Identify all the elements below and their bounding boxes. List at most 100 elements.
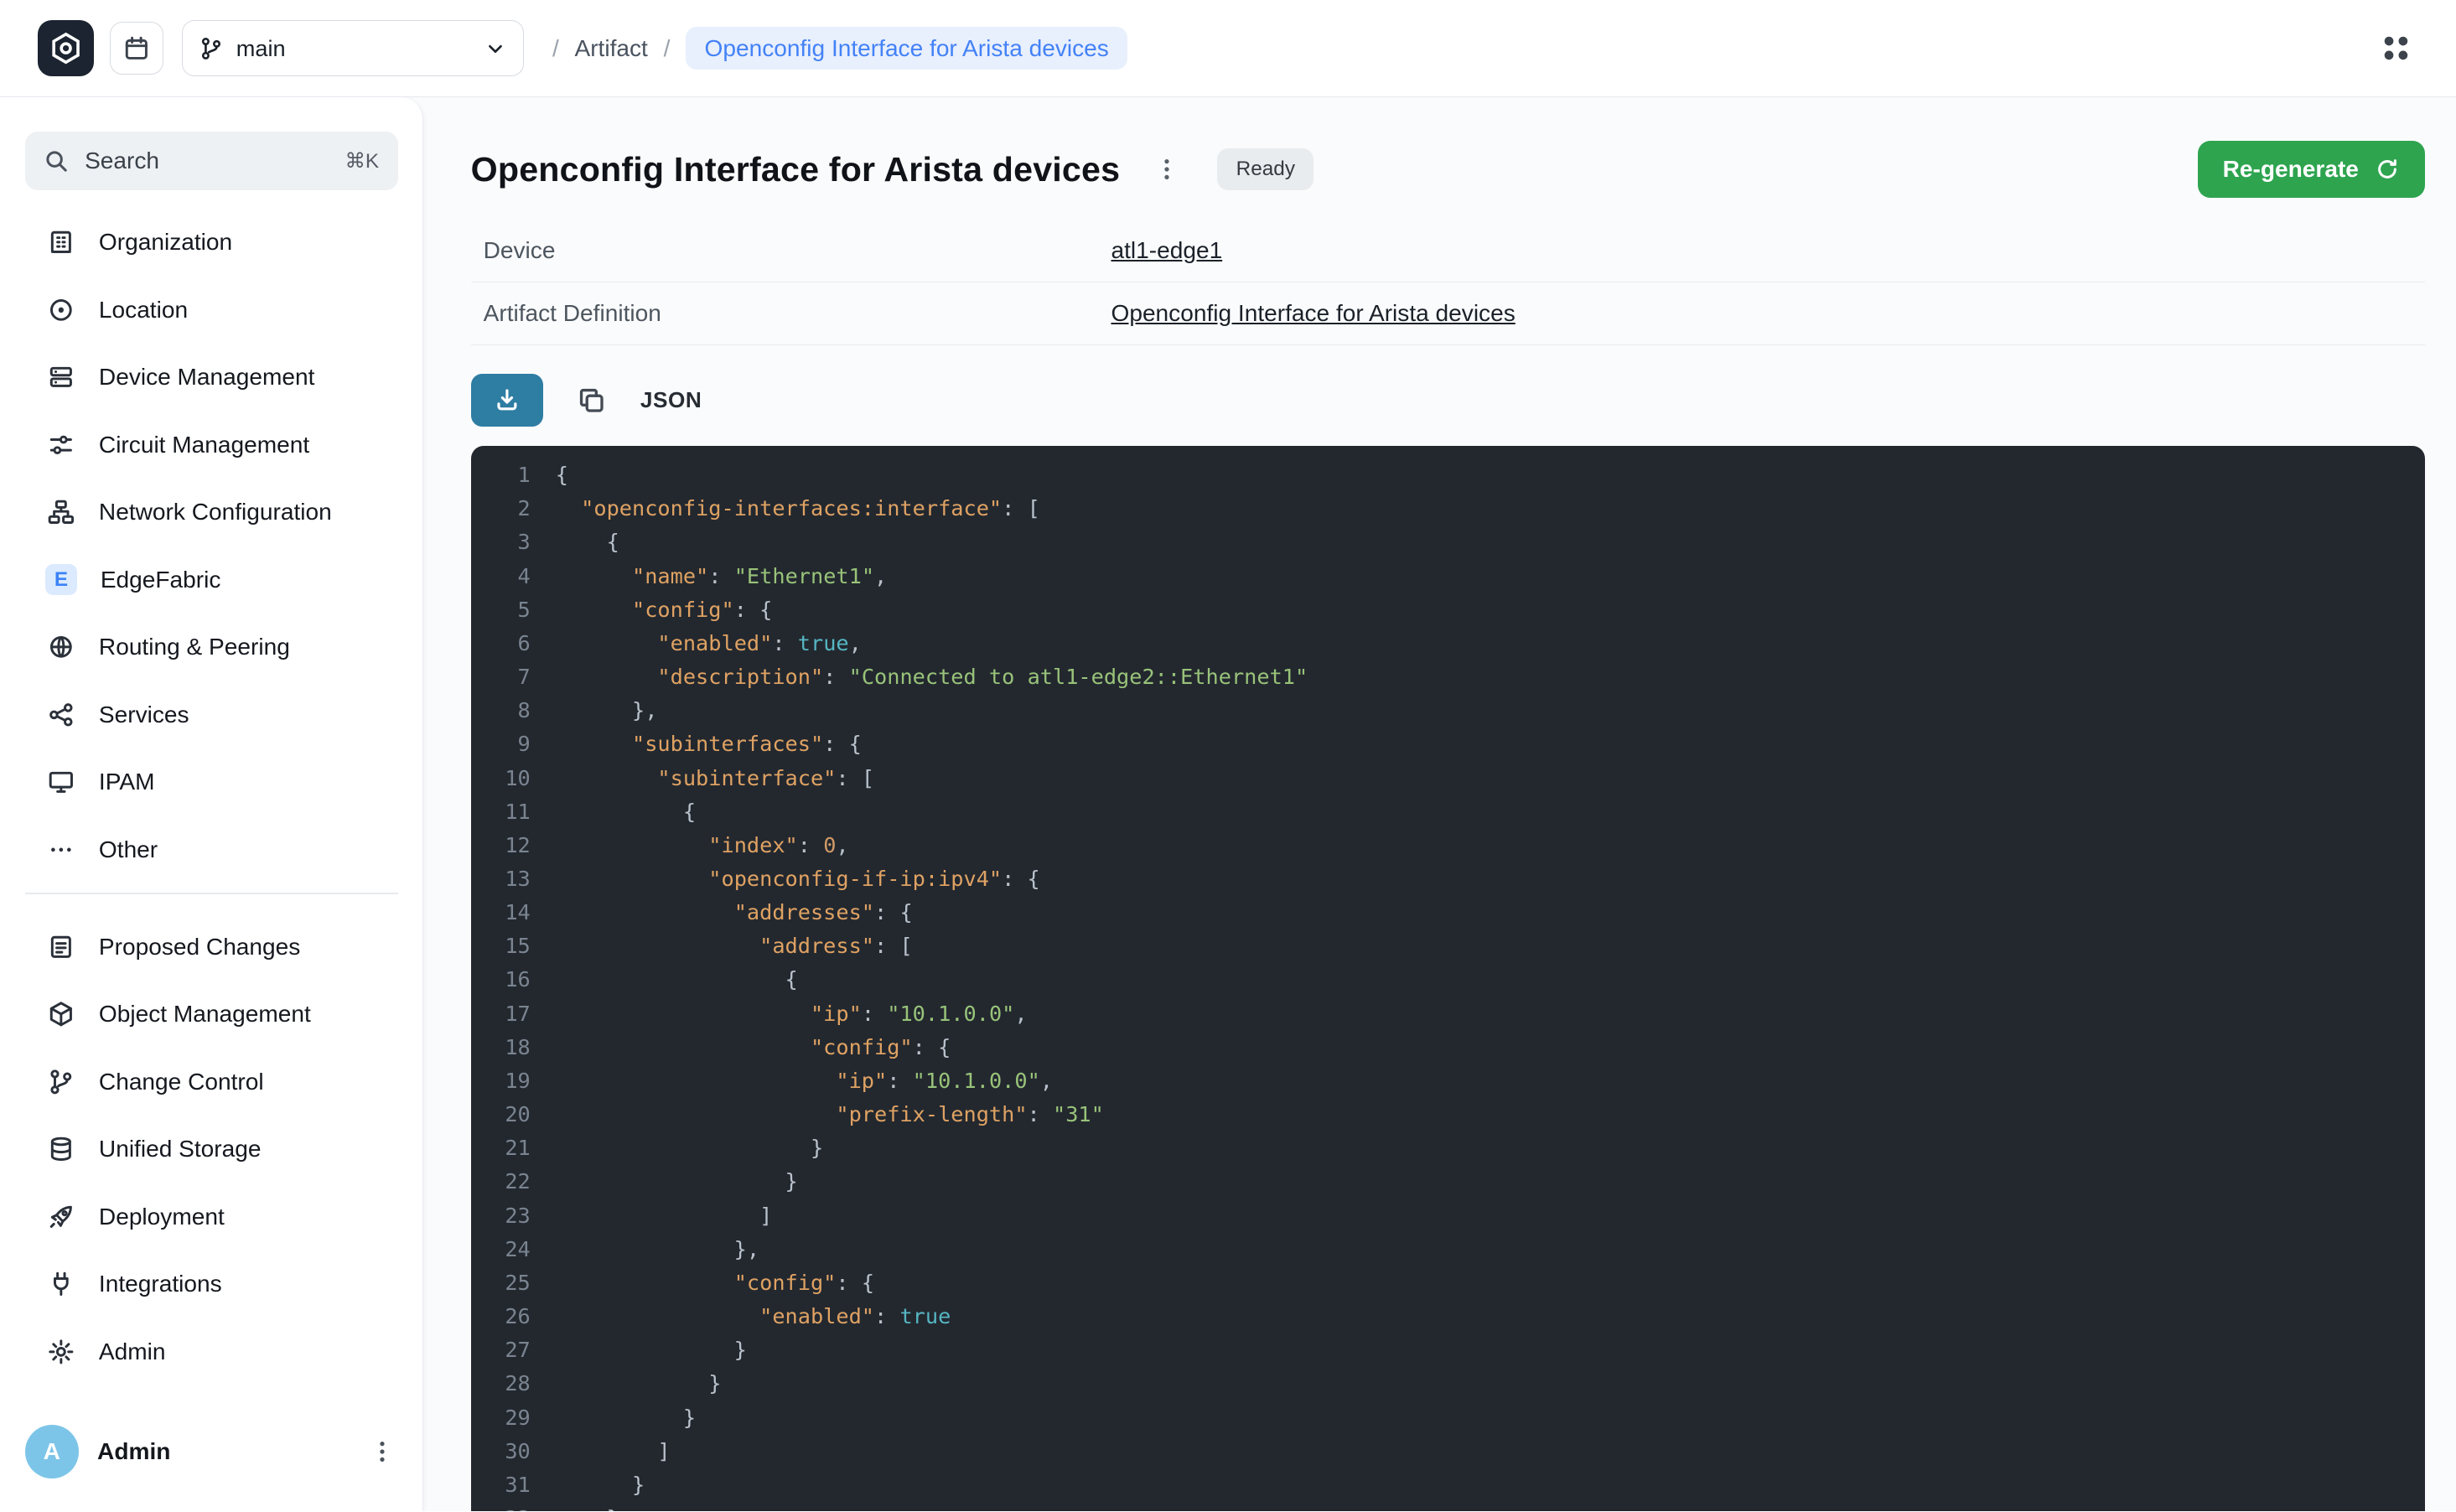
copy-button[interactable] xyxy=(568,376,615,423)
sidebar-item-circuit-management[interactable]: Circuit Management xyxy=(25,411,398,479)
calendar-button[interactable] xyxy=(110,22,163,75)
sidebar-item-change-control[interactable]: Change Control xyxy=(25,1049,398,1116)
user-row[interactable]: A Admin xyxy=(25,1417,404,1486)
breadcrumb-item-artifact[interactable]: Artifact xyxy=(574,35,647,62)
user-menu-button[interactable] xyxy=(360,1430,404,1473)
sidebar-item-label: Organization xyxy=(99,229,232,256)
search-label: Search xyxy=(85,148,345,174)
code-line-21: 21 } xyxy=(477,1131,2424,1165)
sidebar-item-integrations[interactable]: Integrations xyxy=(25,1251,398,1318)
share-icon xyxy=(47,701,75,729)
sidebar-item-label: Device Management xyxy=(99,364,315,391)
clipboard-icon xyxy=(47,933,75,961)
sidebar-item-network-configuration[interactable]: Network Configuration xyxy=(25,479,398,546)
sidebar-item-label: Other xyxy=(99,836,158,863)
code-line-15: 15 "address": [ xyxy=(477,929,2424,963)
sidebar-item-label: Integrations xyxy=(99,1271,222,1297)
code-line-31: 31 } xyxy=(477,1468,2424,1501)
code-line-26: 26 "enabled": true xyxy=(477,1299,2424,1333)
sidebar-item-label: Admin xyxy=(99,1339,166,1365)
app-root: main / Artifact / Openconfig Interface f… xyxy=(0,0,2456,1511)
globe-icon xyxy=(47,633,75,661)
branch-name: main xyxy=(236,35,483,62)
download-button[interactable] xyxy=(471,374,543,427)
code-line-23: 23 ] xyxy=(477,1199,2424,1232)
sidebar-item-label: Unified Storage xyxy=(99,1136,262,1162)
sitemap-icon xyxy=(47,498,75,526)
sidebar-item-organization[interactable]: Organization xyxy=(25,209,398,277)
calendar-icon xyxy=(122,34,151,63)
sidebar-item-admin[interactable]: Admin xyxy=(25,1318,398,1386)
code-line-11: 11 { xyxy=(477,795,2424,828)
sidebar-item-location[interactable]: Location xyxy=(25,276,398,344)
field-label: Artifact Definition xyxy=(484,300,1111,327)
git-branch-icon xyxy=(199,36,224,61)
code-line-9: 9 "subinterfaces": { xyxy=(477,728,2424,761)
search-input[interactable]: Search ⌘K xyxy=(25,132,398,189)
title-row: Openconfig Interface for Arista devices … xyxy=(471,141,2425,197)
apps-grid-button[interactable] xyxy=(2371,23,2422,74)
code-line-30: 30 ] xyxy=(477,1434,2424,1468)
sidebar-nav-secondary: Proposed Changes Object Management Change … xyxy=(25,914,398,1386)
sidebar-item-deployment[interactable]: Deployment xyxy=(25,1183,398,1251)
device-link[interactable]: atl1-edge1 xyxy=(1111,237,1222,264)
code-line-12: 12 "index": 0, xyxy=(477,828,2424,862)
circuit-icon xyxy=(47,431,75,459)
code-line-8: 8 }, xyxy=(477,694,2424,728)
sidebar-item-other[interactable]: Other xyxy=(25,816,398,883)
code-viewer[interactable]: 1{2 "openconfig-interfaces:interface": [… xyxy=(471,446,2425,1511)
code-line-28: 28 } xyxy=(477,1367,2424,1401)
breadcrumb: / Artifact / Openconfig Interface for Ar… xyxy=(552,27,1127,70)
cube-icon xyxy=(47,1000,75,1028)
branch-selector[interactable]: main xyxy=(182,20,524,76)
sidebar-item-label: Routing & Peering xyxy=(99,634,290,660)
sidebar-item-label: Deployment xyxy=(99,1204,225,1230)
sidebar-item-unified-storage[interactable]: Unified Storage xyxy=(25,1116,398,1183)
format-tab-json[interactable]: JSON xyxy=(640,387,702,413)
rocket-icon xyxy=(47,1203,75,1231)
app-logo[interactable] xyxy=(38,20,94,76)
code-line-24: 24 }, xyxy=(477,1232,2424,1266)
sidebar-nav-primary: Organization Location Device Management Cir… xyxy=(25,209,398,883)
user-name: Admin xyxy=(97,1438,360,1465)
code-line-27: 27 } xyxy=(477,1333,2424,1367)
code-line-13: 13 "openconfig-if-ip:ipv4": { xyxy=(477,862,2424,895)
code-line-18: 18 "config": { xyxy=(477,1030,2424,1064)
edgefabric-badge-icon: E xyxy=(45,564,76,595)
sidebar-item-label: Services xyxy=(99,702,189,728)
code-line-10: 10 "subinterface": [ xyxy=(477,761,2424,795)
code-line-6: 6 "enabled": true, xyxy=(477,626,2424,660)
sidebar-item-edgefabric[interactable]: EEdgeFabric xyxy=(25,546,398,614)
sidebar-item-label: Circuit Management xyxy=(99,432,309,458)
sidebar-item-label: Network Configuration xyxy=(99,499,332,526)
chevron-down-icon xyxy=(483,36,508,61)
apps-grid-icon xyxy=(2377,29,2415,67)
kebab-menu-icon xyxy=(370,1439,395,1464)
sidebar-item-routing-peering[interactable]: Routing & Peering xyxy=(25,614,398,681)
database-icon xyxy=(47,1135,75,1163)
viewer-toolbar: JSON xyxy=(471,374,2425,427)
artifact-definition-link[interactable]: Openconfig Interface for Arista devices xyxy=(1111,300,1515,327)
breadcrumb-item-current[interactable]: Openconfig Interface for Arista devices xyxy=(686,27,1127,70)
code-line-17: 17 "ip": "10.1.0.0", xyxy=(477,997,2424,1030)
page-title: Openconfig Interface for Arista devices xyxy=(471,150,1121,189)
sidebar-item-label: Location xyxy=(99,297,188,324)
field-label: Device xyxy=(484,237,1111,264)
sidebar-item-proposed-changes[interactable]: Proposed Changes xyxy=(25,914,398,981)
sidebar-item-label: Proposed Changes xyxy=(99,934,300,961)
sidebar-item-label: Change Control xyxy=(99,1069,264,1095)
sidebar-item-device-management[interactable]: Device Management xyxy=(25,344,398,412)
sidebar-item-object-management[interactable]: Object Management xyxy=(25,981,398,1049)
target-icon xyxy=(47,296,75,324)
detail-fields: Device atl1-edge1 Artifact Definition Op… xyxy=(471,220,2425,345)
download-icon xyxy=(494,386,521,413)
sidebar-divider xyxy=(25,893,398,894)
title-menu-button[interactable] xyxy=(1145,148,1189,191)
breadcrumb-separator: / xyxy=(664,35,671,62)
regenerate-button[interactable]: Re-generate xyxy=(2198,141,2425,197)
sidebar-item-services[interactable]: Services xyxy=(25,681,398,748)
ellipsis-icon xyxy=(47,836,75,864)
sidebar: Search ⌘K Organization Location Device Man… xyxy=(0,97,423,1511)
topbar: main / Artifact / Openconfig Interface f… xyxy=(0,0,2456,97)
sidebar-item-ipam[interactable]: IPAM xyxy=(25,748,398,816)
